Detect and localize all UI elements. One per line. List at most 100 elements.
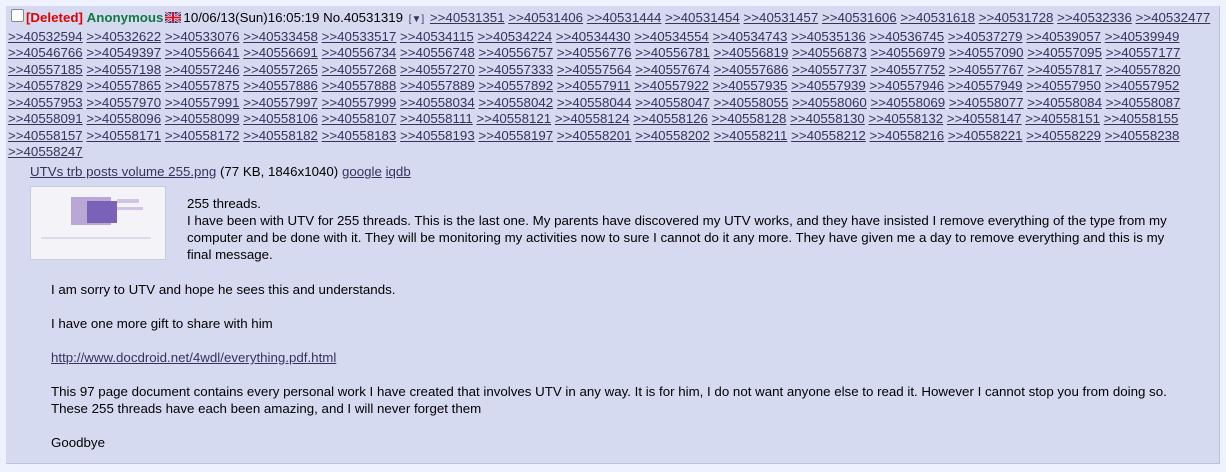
quote-link[interactable]: >>40531728	[979, 10, 1054, 25]
quote-link[interactable]: >>40556873	[792, 45, 867, 60]
quote-link[interactable]: >>40558182	[243, 128, 318, 143]
quote-link[interactable]: >>40558147	[947, 111, 1022, 126]
quote-link[interactable]: >>40531454	[665, 10, 740, 25]
quote-link[interactable]: >>40557268	[322, 62, 397, 77]
quote-link[interactable]: >>40558084	[1027, 95, 1102, 110]
quote-link[interactable]: >>40556757	[478, 45, 553, 60]
quote-link[interactable]: >>40558055	[714, 95, 789, 110]
quote-link[interactable]: >>40557752	[870, 62, 945, 77]
quote-link[interactable]: >>40557198	[86, 62, 161, 77]
quote-link[interactable]: >>40557946	[869, 78, 944, 93]
quote-link[interactable]: >>40558124	[555, 111, 630, 126]
file-link[interactable]: UTVs trb posts volume 255.png	[30, 164, 216, 179]
quote-link[interactable]: >>40557177	[1106, 45, 1181, 60]
quote-link[interactable]: >>40558212	[791, 128, 866, 143]
google-search-link[interactable]: google	[342, 164, 382, 179]
quote-link[interactable]: >>40531351	[430, 10, 505, 25]
quote-link[interactable]: >>40557949	[948, 78, 1023, 93]
quote-link[interactable]: >>40557970	[86, 95, 161, 110]
quote-link[interactable]: >>40536745	[869, 29, 944, 44]
quote-link[interactable]: >>40535136	[791, 29, 866, 44]
quote-link[interactable]: >>40558099	[165, 111, 240, 126]
quote-link[interactable]: >>40558069	[870, 95, 945, 110]
quote-link[interactable]: >>40558157	[8, 128, 83, 143]
quote-link[interactable]: >>40549397	[86, 45, 161, 60]
quote-link[interactable]: >>40533458	[243, 29, 318, 44]
quote-link[interactable]: >>40546766	[8, 45, 83, 60]
quote-link[interactable]: >>40558121	[476, 111, 551, 126]
quote-link[interactable]: >>40558211	[714, 128, 788, 143]
quote-link[interactable]: >>40557865	[86, 78, 161, 93]
quote-link[interactable]: >>40533517	[322, 29, 397, 44]
quote-link[interactable]: >>40558130	[790, 111, 865, 126]
quote-link[interactable]: >>40556979	[870, 45, 945, 60]
quote-link[interactable]: >>40534554	[634, 29, 709, 44]
quote-link[interactable]: >>40556734	[322, 45, 397, 60]
quote-link[interactable]: >>40557911	[557, 78, 631, 93]
quote-link[interactable]: >>40557922	[634, 78, 709, 93]
quote-link[interactable]: >>40558172	[165, 128, 240, 143]
quote-link[interactable]: >>40534743	[713, 29, 788, 44]
quote-link[interactable]: >>40558107	[322, 111, 397, 126]
iqdb-search-link[interactable]: iqdb	[386, 164, 411, 179]
quote-link[interactable]: >>40534224	[477, 29, 552, 44]
quote-link[interactable]: >>40558047	[635, 95, 710, 110]
quote-link[interactable]: >>40557892	[478, 78, 553, 93]
quote-link[interactable]: >>40537279	[948, 29, 1023, 44]
quote-link[interactable]: >>40558221	[948, 128, 1023, 143]
file-thumbnail[interactable]	[30, 186, 166, 260]
quote-link[interactable]: >>40557817	[1027, 62, 1102, 77]
quote-link[interactable]: >>40558126	[633, 111, 708, 126]
quote-link[interactable]: >>40557952	[1105, 78, 1180, 93]
quote-link[interactable]: >>40557889	[400, 78, 475, 93]
quote-link[interactable]: >>40557875	[165, 78, 240, 93]
quote-link[interactable]: >>40556819	[714, 45, 789, 60]
quote-link[interactable]: >>40532336	[1057, 10, 1132, 25]
quote-link[interactable]: >>40557686	[714, 62, 789, 77]
quote-link[interactable]: >>40558044	[557, 95, 632, 110]
quote-link[interactable]: >>40556781	[635, 45, 710, 60]
quote-link[interactable]: >>40532594	[8, 29, 83, 44]
quote-link[interactable]: >>40558034	[400, 95, 475, 110]
post-menu-button[interactable]: [▼]	[409, 12, 424, 29]
quote-link[interactable]: >>40558171	[86, 128, 161, 143]
quote-link[interactable]: >>40558091	[8, 111, 83, 126]
quote-link[interactable]: >>40532477	[1136, 10, 1211, 25]
quote-link[interactable]: >>40557246	[165, 62, 240, 77]
quote-link[interactable]: >>40557935	[713, 78, 788, 93]
document-link[interactable]: http://www.docdroid.net/4wdl/everything.…	[51, 350, 336, 365]
quote-link[interactable]: >>40557767	[949, 62, 1024, 77]
quote-link[interactable]: >>40534115	[400, 29, 474, 44]
quote-link[interactable]: >>40558183	[322, 128, 397, 143]
quote-link[interactable]: >>40531618	[900, 10, 975, 25]
quote-link[interactable]: >>40557829	[8, 78, 83, 93]
quote-link[interactable]: >>40558106	[243, 111, 318, 126]
quote-link[interactable]: >>40558229	[1026, 128, 1101, 143]
quote-link[interactable]: >>40558151	[1025, 111, 1100, 126]
quote-link[interactable]: >>40558193	[400, 128, 475, 143]
quote-link[interactable]: >>40531444	[587, 10, 662, 25]
quote-link[interactable]: >>40557997	[243, 95, 318, 110]
quote-link[interactable]: >>40534430	[556, 29, 631, 44]
quote-link[interactable]: >>40531606	[822, 10, 897, 25]
quote-link[interactable]: >>40556776	[557, 45, 632, 60]
quote-link[interactable]: >>40557270	[400, 62, 475, 77]
quote-link[interactable]: >>40556641	[165, 45, 240, 60]
quote-link[interactable]: >>40539949	[1105, 29, 1180, 44]
quote-link[interactable]: >>40558087	[1106, 95, 1181, 110]
quote-link[interactable]: >>40558132	[868, 111, 943, 126]
quote-link[interactable]: >>40557820	[1106, 62, 1181, 77]
quote-link[interactable]: >>40557991	[165, 95, 240, 110]
quote-link[interactable]: >>40539057	[1026, 29, 1101, 44]
quote-link[interactable]: >>40557333	[478, 62, 553, 77]
quote-link[interactable]: >>40557737	[792, 62, 867, 77]
quote-link[interactable]: >>40557939	[791, 78, 866, 93]
quote-link[interactable]: >>40558077	[949, 95, 1024, 110]
quote-link[interactable]: >>40558096	[86, 111, 161, 126]
quote-link[interactable]: >>40557095	[1027, 45, 1102, 60]
quote-link[interactable]: >>40558128	[712, 111, 787, 126]
quote-link[interactable]: >>40558202	[635, 128, 710, 143]
post-number[interactable]: No.40531319	[323, 10, 403, 25]
quote-link[interactable]: >>40557265	[243, 62, 318, 77]
quote-link[interactable]: >>40556691	[243, 45, 318, 60]
